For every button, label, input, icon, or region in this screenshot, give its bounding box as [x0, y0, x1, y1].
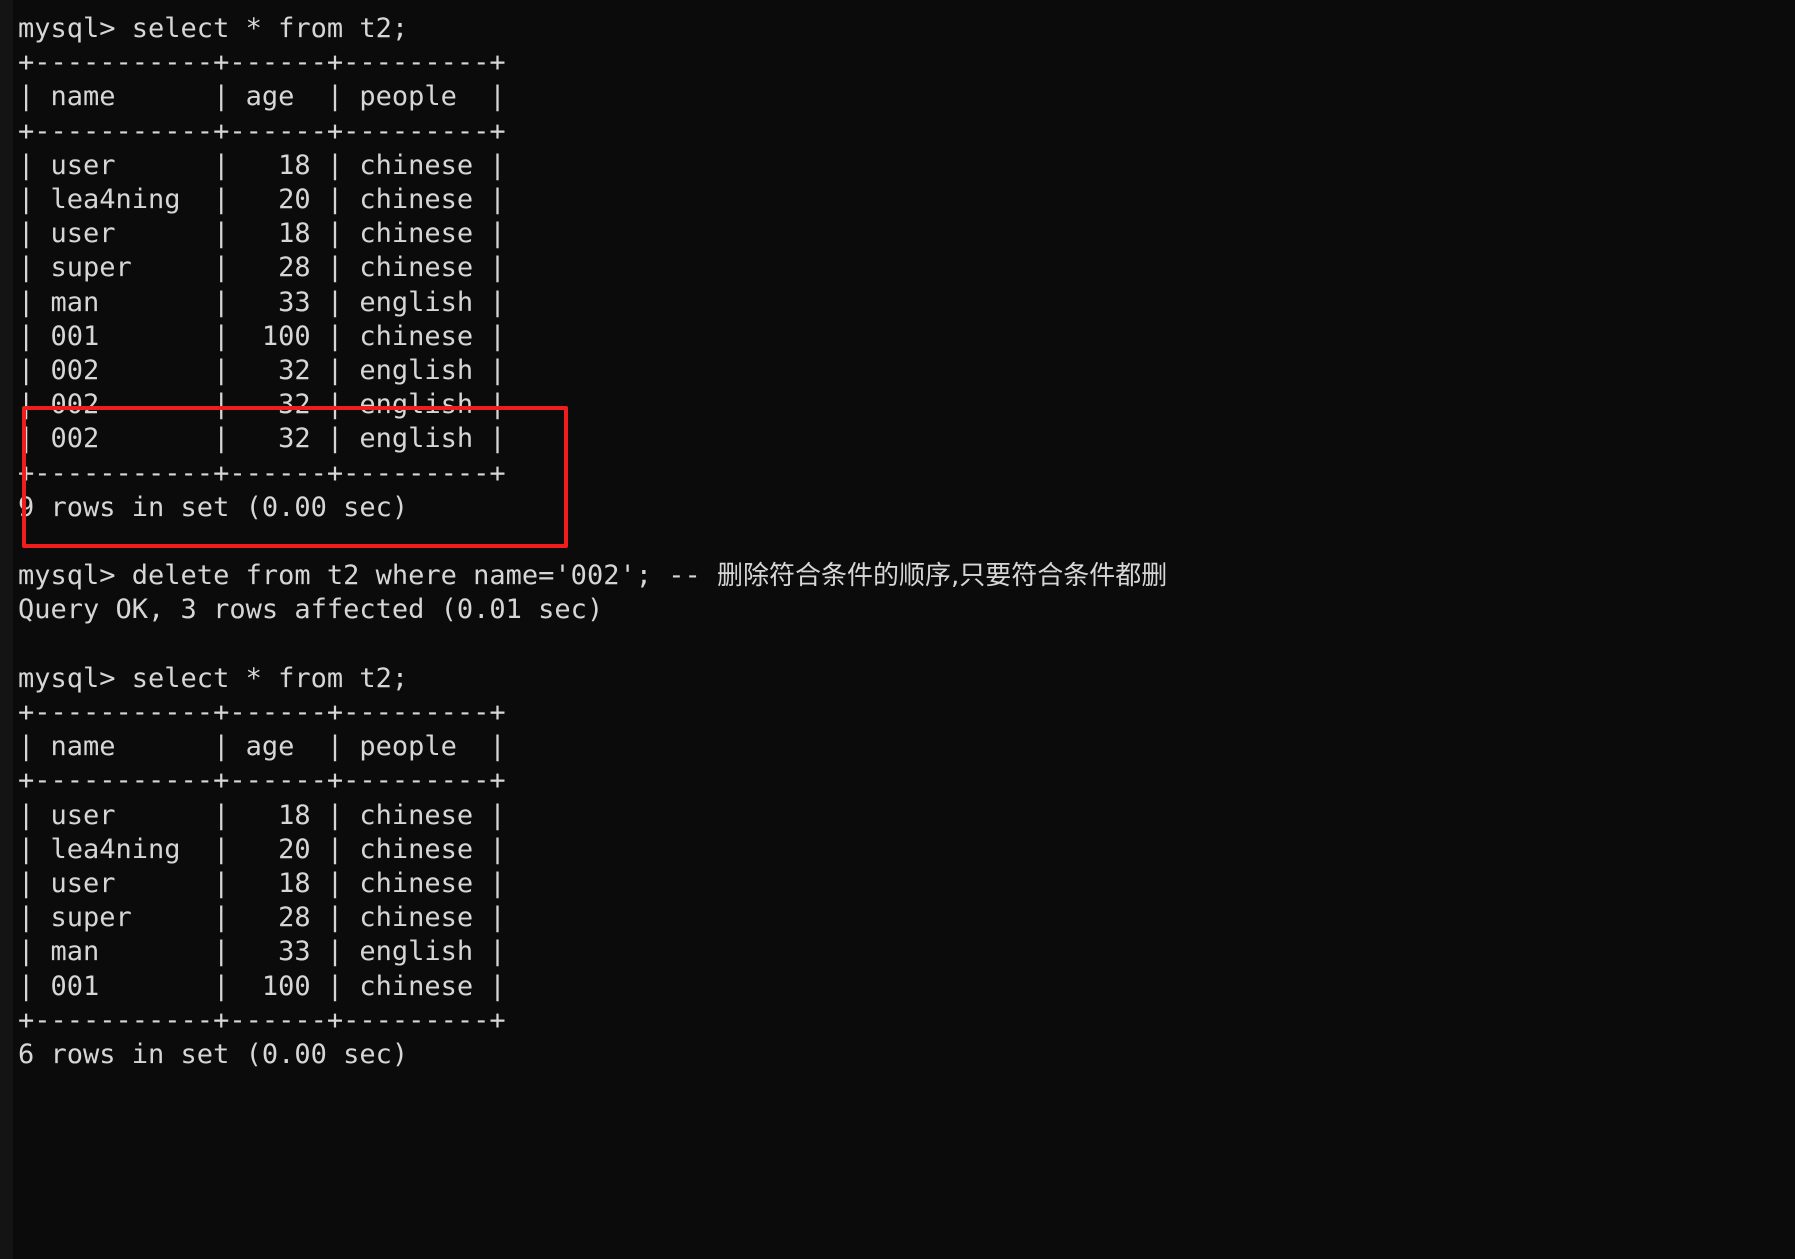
- table-row: | user | 18 | chinese |: [18, 799, 506, 831]
- table-row-highlighted: | 002 | 32 | english |: [18, 423, 506, 455]
- table-header-row: | name | age | people |: [18, 731, 506, 763]
- terminal-line-command: mysql> select * from t2;: [18, 662, 409, 694]
- table-row: | man | 33 | english |: [18, 286, 506, 318]
- terminal-console-output[interactable]: mysql> select * from t2; +-----------+--…: [18, 12, 1778, 1072]
- table-row: | super | 28 | chinese |: [18, 252, 506, 284]
- table-row: | super | 28 | chinese |: [18, 902, 506, 934]
- terminal-line-delete-command: mysql> delete from t2 where name='002'; …: [18, 559, 1778, 593]
- table-row: | 001 | 100 | chinese |: [18, 320, 506, 352]
- table-border-top: +-----------+------+---------+: [18, 697, 506, 729]
- table-header-row: | name | age | people |: [18, 81, 506, 113]
- table-row-highlighted: | 002 | 32 | english |: [18, 355, 506, 387]
- table-border-bottom: +-----------+------+---------+: [18, 1004, 506, 1036]
- delete-statement-text: mysql> delete from t2 where name='002'; …: [18, 560, 717, 592]
- table-row: | lea4ning | 20 | chinese |: [18, 184, 506, 216]
- table-border-top: +-----------+------+---------+: [18, 47, 506, 79]
- row-count-status: 6 rows in set (0.00 sec): [18, 1039, 409, 1071]
- table-row-highlighted: | 002 | 32 | english |: [18, 389, 506, 421]
- sql-inline-comment: 删除符合条件的顺序,只要符合条件都删: [716, 561, 1168, 592]
- table-row: | lea4ning | 20 | chinese |: [18, 833, 506, 865]
- table-row: | user | 18 | chinese |: [18, 868, 506, 900]
- table-row: | user | 18 | chinese |: [18, 218, 506, 250]
- table-row: | 001 | 100 | chinese |: [18, 970, 506, 1002]
- table-row: | man | 33 | english |: [18, 936, 506, 968]
- terminal-left-gutter: [0, 0, 13, 1259]
- terminal-window: mysql> select * from t2; +-----------+--…: [0, 0, 1795, 1259]
- table-border-bottom: +-----------+------+---------+: [18, 457, 506, 489]
- row-count-status: 9 rows in set (0.00 sec): [18, 491, 409, 523]
- table-row: | user | 18 | chinese |: [18, 149, 506, 181]
- query-ok-status: Query OK, 3 rows affected (0.01 sec): [18, 594, 604, 626]
- table-border-middle: +-----------+------+---------+: [18, 765, 506, 797]
- table-border-middle: +-----------+------+---------+: [18, 115, 506, 147]
- terminal-line-command: mysql> select * from t2;: [18, 13, 409, 44]
